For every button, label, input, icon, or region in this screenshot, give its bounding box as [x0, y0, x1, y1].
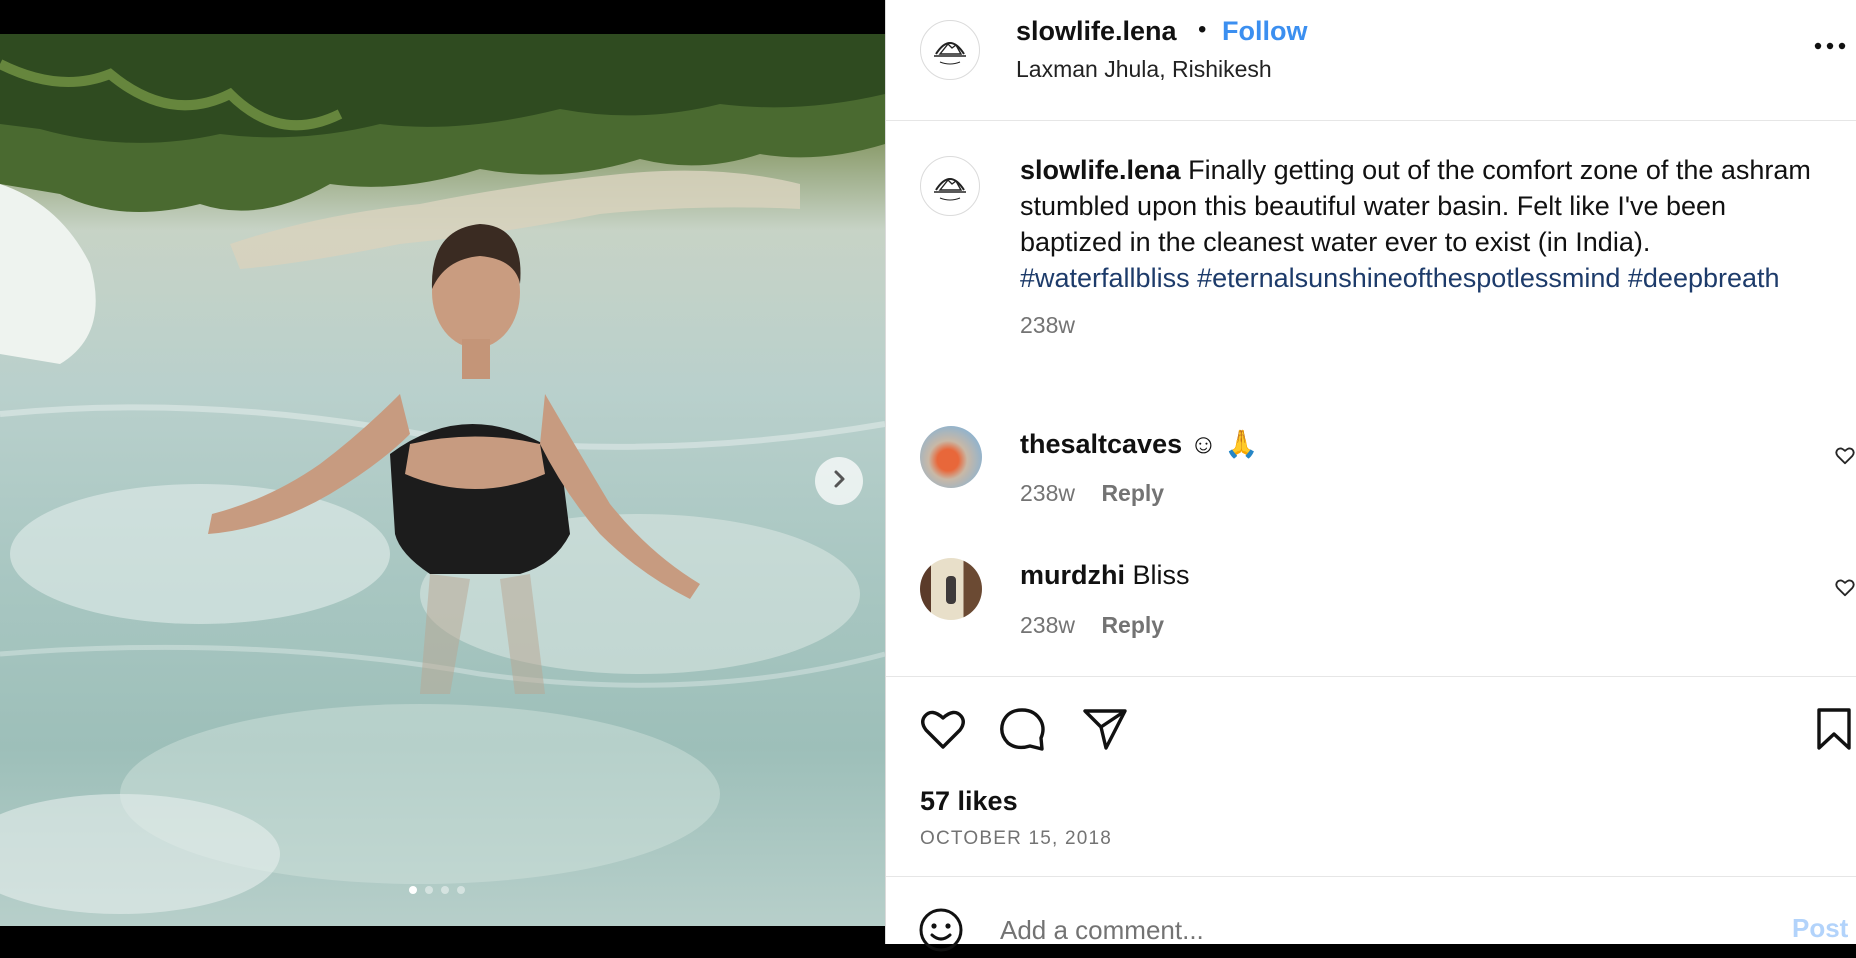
- comment-heart-icon[interactable]: [1834, 576, 1856, 603]
- carousel-dot: [409, 886, 417, 894]
- follow-button[interactable]: Follow: [1222, 16, 1307, 47]
- post-comment-button[interactable]: Post: [1792, 913, 1848, 944]
- header-separator: •: [1198, 16, 1207, 43]
- chevron-right-icon: [828, 468, 850, 495]
- post-side-panel: slowlife.lena • Follow Laxman Jhula, Ris…: [885, 0, 1856, 952]
- comment-meta: 238w Reply: [1020, 612, 1164, 639]
- photo-scene: [0, 34, 885, 914]
- post-header: slowlife.lena • Follow Laxman Jhula, Ris…: [886, 0, 1856, 121]
- like-heart-icon[interactable]: [920, 707, 966, 754]
- bookmark-save-icon[interactable]: [1816, 707, 1852, 756]
- comment-meta: 238w Reply: [1020, 480, 1164, 507]
- post-photo[interactable]: [0, 34, 885, 926]
- comment-text: ☺ 🙏: [1189, 429, 1259, 459]
- reply-button[interactable]: Reply: [1101, 612, 1164, 638]
- brand-logo-icon: [934, 178, 966, 201]
- hashtag-link[interactable]: #eternalsunshineofthespotlessmind: [1197, 263, 1620, 293]
- reply-button[interactable]: Reply: [1101, 480, 1164, 506]
- comment-heart-icon[interactable]: [1834, 444, 1856, 471]
- caption-username[interactable]: slowlife.lena: [1020, 155, 1181, 185]
- comment-timestamp[interactable]: 238w: [1020, 612, 1075, 638]
- hashtag-link[interactable]: #deepbreath: [1628, 263, 1780, 293]
- post-actions: [886, 676, 1856, 751]
- comment-input[interactable]: [998, 909, 1682, 951]
- carousel-dot: [425, 886, 433, 894]
- emoji-smiley-icon[interactable]: [918, 907, 964, 958]
- post-media: [0, 0, 885, 944]
- carousel-dot: [457, 886, 465, 894]
- hashtag-link[interactable]: #waterfallbliss: [1020, 263, 1190, 293]
- header-username[interactable]: slowlife.lena: [1016, 16, 1177, 47]
- more-horizontal-icon[interactable]: [1814, 38, 1846, 56]
- comment-text: Bliss: [1132, 560, 1190, 590]
- caption-avatar[interactable]: [920, 156, 980, 216]
- share-send-icon[interactable]: [1082, 707, 1128, 756]
- carousel-indicators: [409, 886, 465, 894]
- add-comment-bar: Post: [886, 876, 1856, 952]
- comment-body: murdzhi Bliss: [1020, 560, 1190, 591]
- comment-avatar[interactable]: [920, 426, 982, 488]
- caption-timestamp[interactable]: 238w: [1020, 312, 1075, 338]
- comment-avatar[interactable]: [920, 558, 982, 620]
- comment-username[interactable]: thesaltcaves: [1020, 429, 1182, 459]
- carousel-dot: [441, 886, 449, 894]
- comment-body: thesaltcaves ☺ 🙏: [1020, 428, 1258, 460]
- avatar[interactable]: [920, 20, 980, 80]
- carousel-next-button[interactable]: [815, 457, 863, 505]
- likes-count[interactable]: 57 likes: [920, 786, 1018, 817]
- post-caption: slowlife.lena Finally getting out of the…: [1020, 152, 1820, 343]
- comment-timestamp[interactable]: 238w: [1020, 480, 1075, 506]
- comment-bubble-icon[interactable]: [1000, 707, 1046, 756]
- comment-username[interactable]: murdzhi: [1020, 560, 1125, 590]
- brand-logo-icon: [934, 42, 966, 65]
- post-date[interactable]: OCTOBER 15, 2018: [920, 828, 1112, 850]
- post-location[interactable]: Laxman Jhula, Rishikesh: [1016, 56, 1272, 83]
